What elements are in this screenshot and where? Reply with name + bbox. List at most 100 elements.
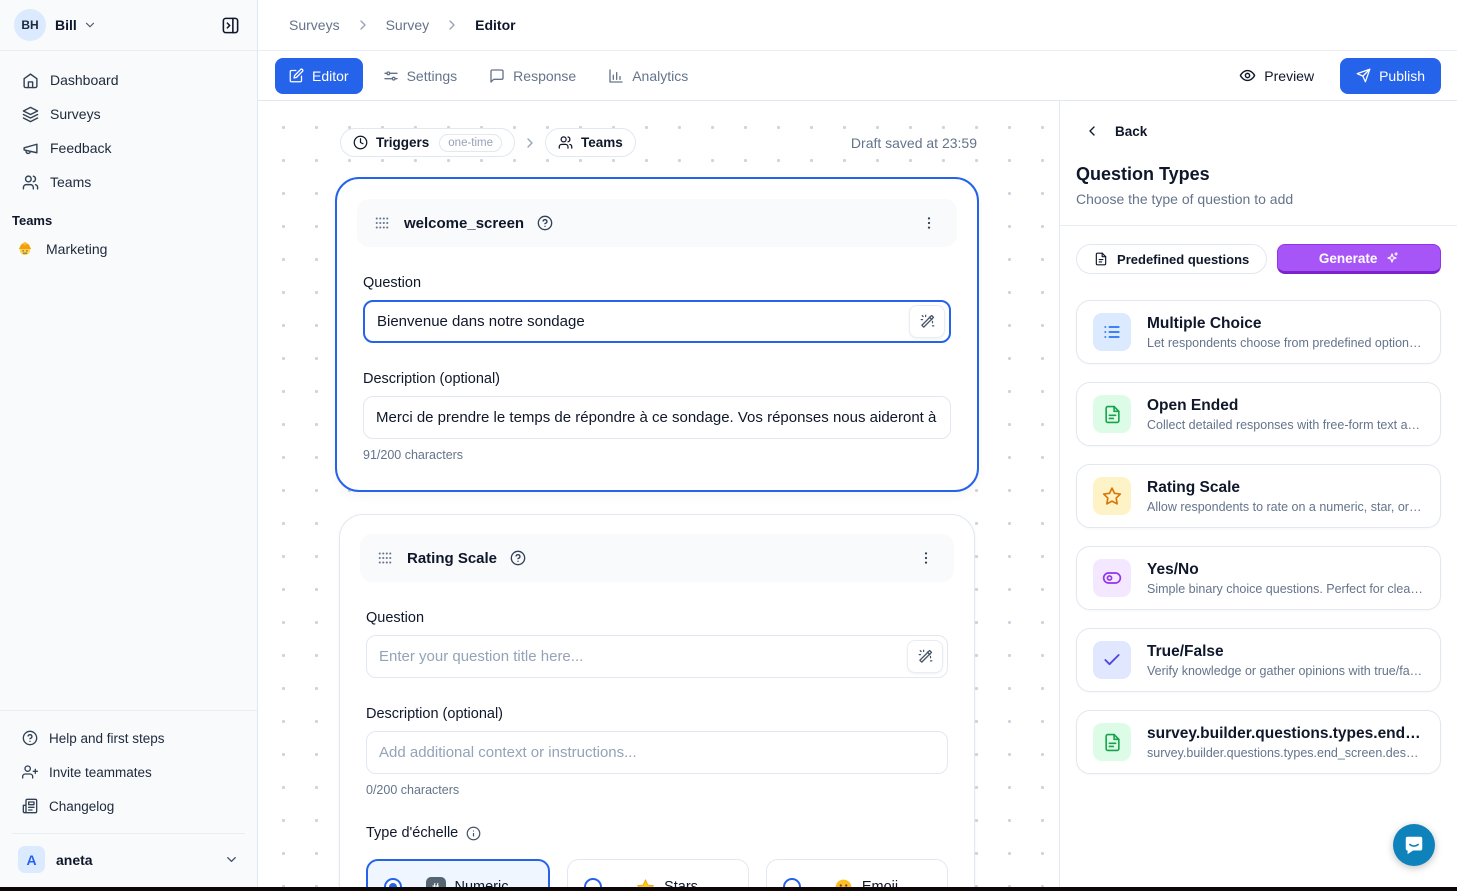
triggers-chip[interactable]: Triggers one-time bbox=[340, 128, 515, 157]
tab-analytics[interactable]: Analytics bbox=[596, 58, 700, 94]
worker-emoji-icon bbox=[16, 240, 34, 258]
list-icon bbox=[1093, 313, 1131, 351]
question-type-description: Allow respondents to rate on a numeric, … bbox=[1147, 500, 1424, 514]
radio-selected[interactable] bbox=[384, 878, 402, 887]
sidebar-item-help[interactable]: Help and first steps bbox=[12, 721, 245, 755]
drag-handle-icon[interactable] bbox=[376, 549, 394, 567]
question-input[interactable] bbox=[365, 313, 909, 330]
tab-settings[interactable]: Settings bbox=[371, 58, 470, 94]
info-icon[interactable] bbox=[466, 826, 481, 841]
description-input[interactable] bbox=[364, 409, 950, 426]
back-button[interactable]: Back bbox=[1076, 123, 1441, 139]
sidebar-collapse-button[interactable] bbox=[215, 10, 245, 40]
workspace-switcher[interactable]: BH Bill bbox=[0, 0, 257, 51]
breadcrumb: Surveys Survey Editor bbox=[258, 0, 1457, 51]
tab-label: Editor bbox=[312, 68, 349, 84]
back-label: Back bbox=[1115, 124, 1147, 139]
chat-launcher-button[interactable] bbox=[1393, 824, 1435, 866]
sidebar-item-invite[interactable]: Invite teammates bbox=[12, 755, 245, 789]
generate-button[interactable]: Generate bbox=[1277, 244, 1441, 274]
description-label: Description (optional) bbox=[363, 371, 951, 387]
teams-chip[interactable]: Teams bbox=[545, 128, 636, 157]
sidebar-item-teams[interactable]: Teams bbox=[12, 165, 245, 199]
publish-button[interactable]: Publish bbox=[1340, 58, 1441, 94]
sidebar-item-feedback[interactable]: Feedback bbox=[12, 131, 245, 165]
question-type-true-false[interactable]: True/False Verify knowledge or gather op… bbox=[1076, 628, 1441, 692]
ai-rewrite-button[interactable] bbox=[909, 305, 945, 338]
help-circle-icon bbox=[22, 730, 38, 746]
file-text-icon bbox=[1093, 395, 1131, 433]
question-type-yes-no[interactable]: Yes/No Simple binary choice questions. P… bbox=[1076, 546, 1441, 610]
description-input[interactable] bbox=[367, 744, 947, 761]
sidebar-item-label: Dashboard bbox=[50, 72, 119, 88]
sidebar-team-marketing[interactable]: Marketing bbox=[0, 232, 257, 266]
breadcrumb-survey[interactable]: Survey bbox=[386, 17, 430, 33]
question-type-title: Multiple Choice bbox=[1147, 315, 1424, 333]
users-icon bbox=[22, 174, 39, 191]
canvas-top-row: Triggers one-time Teams Draft saved at 2… bbox=[340, 128, 977, 157]
rating-scale-card[interactable]: Rating Scale Question Description (optio… bbox=[339, 514, 975, 887]
eye-icon bbox=[1239, 67, 1256, 84]
preview-label: Preview bbox=[1264, 68, 1314, 84]
organization-switcher[interactable]: A aneta bbox=[12, 833, 245, 887]
user-plus-icon bbox=[22, 764, 38, 780]
sparkles-icon bbox=[1385, 251, 1399, 265]
question-input[interactable] bbox=[367, 648, 907, 665]
sidebar-item-label: Changelog bbox=[49, 799, 114, 814]
question-type-description: Collect detailed responses with free-for… bbox=[1147, 418, 1424, 432]
scale-option-stars[interactable]: Stars bbox=[567, 859, 749, 887]
question-type-end-screen[interactable]: survey.builder.questions.types.end_scr..… bbox=[1076, 710, 1441, 774]
scale-option-numeric[interactable]: # Numeric bbox=[366, 859, 550, 887]
scale-option-emoji[interactable]: Emoji bbox=[766, 859, 948, 887]
more-options-icon[interactable] bbox=[914, 546, 938, 570]
smiley-emoji-icon bbox=[834, 878, 853, 888]
breadcrumb-editor: Editor bbox=[475, 17, 515, 33]
welcome-screen-card[interactable]: welcome_screen Question Description (opt… bbox=[335, 177, 979, 492]
tab-editor[interactable]: Editor bbox=[275, 58, 363, 94]
question-card-header[interactable]: welcome_screen bbox=[357, 199, 957, 247]
preview-button[interactable]: Preview bbox=[1239, 67, 1314, 84]
organization-name: aneta bbox=[56, 852, 93, 868]
character-count: 91/200 characters bbox=[363, 448, 951, 462]
teams-section-label: Teams bbox=[0, 199, 257, 232]
magic-wand-icon bbox=[918, 649, 933, 664]
sidebar-item-dashboard[interactable]: Dashboard bbox=[12, 63, 245, 97]
help-circle-icon[interactable] bbox=[510, 550, 526, 566]
question-card-header[interactable]: Rating Scale bbox=[360, 534, 954, 582]
chevron-right-icon bbox=[444, 17, 460, 33]
more-options-icon[interactable] bbox=[917, 211, 941, 235]
sidebar-item-label: Surveys bbox=[50, 106, 101, 122]
drag-handle-icon[interactable] bbox=[373, 214, 391, 232]
help-circle-icon[interactable] bbox=[537, 215, 553, 231]
predefined-questions-button[interactable]: Predefined questions bbox=[1076, 244, 1267, 274]
description-input-wrapper bbox=[366, 731, 948, 774]
breadcrumb-surveys[interactable]: Surveys bbox=[289, 17, 340, 33]
window-bottom-edge bbox=[0, 887, 1457, 891]
file-text-icon bbox=[1093, 723, 1131, 761]
publish-label: Publish bbox=[1379, 68, 1425, 84]
draft-status: Draft saved at 23:59 bbox=[851, 135, 977, 151]
radio-unselected[interactable] bbox=[584, 878, 602, 887]
question-label: Question bbox=[366, 610, 948, 626]
sidebar-item-changelog[interactable]: Changelog bbox=[12, 789, 245, 823]
question-type-rating-scale[interactable]: Rating Scale Allow respondents to rate o… bbox=[1076, 464, 1441, 528]
sidebar-item-surveys[interactable]: Surveys bbox=[12, 97, 245, 131]
radio-unselected[interactable] bbox=[783, 878, 801, 887]
question-type-multiple-choice[interactable]: Multiple Choice Let respondents choose f… bbox=[1076, 300, 1441, 364]
question-type-description: Simple binary choice questions. Perfect … bbox=[1147, 582, 1424, 596]
question-type-title: True/False bbox=[1147, 643, 1424, 661]
character-count: 0/200 characters bbox=[366, 783, 948, 797]
sidebar-footer: Help and first steps Invite teammates Ch… bbox=[0, 710, 257, 887]
question-type-open-ended[interactable]: Open Ended Collect detailed responses wi… bbox=[1076, 382, 1441, 446]
tab-response[interactable]: Response bbox=[477, 58, 588, 94]
question-types-panel: Back Question Types Choose the type of q… bbox=[1059, 101, 1457, 887]
sidebar: BH Bill Dashboard Surveys Feedback bbox=[0, 0, 258, 887]
ai-rewrite-button[interactable] bbox=[907, 640, 943, 673]
description-label: Description (optional) bbox=[366, 706, 948, 722]
number-keycap-icon: # bbox=[426, 877, 446, 887]
chevron-left-icon bbox=[1084, 123, 1100, 139]
panel-title: Question Types bbox=[1076, 164, 1441, 185]
teams-chip-label: Teams bbox=[581, 135, 623, 150]
users-icon bbox=[558, 135, 573, 150]
generate-label: Generate bbox=[1319, 251, 1378, 266]
